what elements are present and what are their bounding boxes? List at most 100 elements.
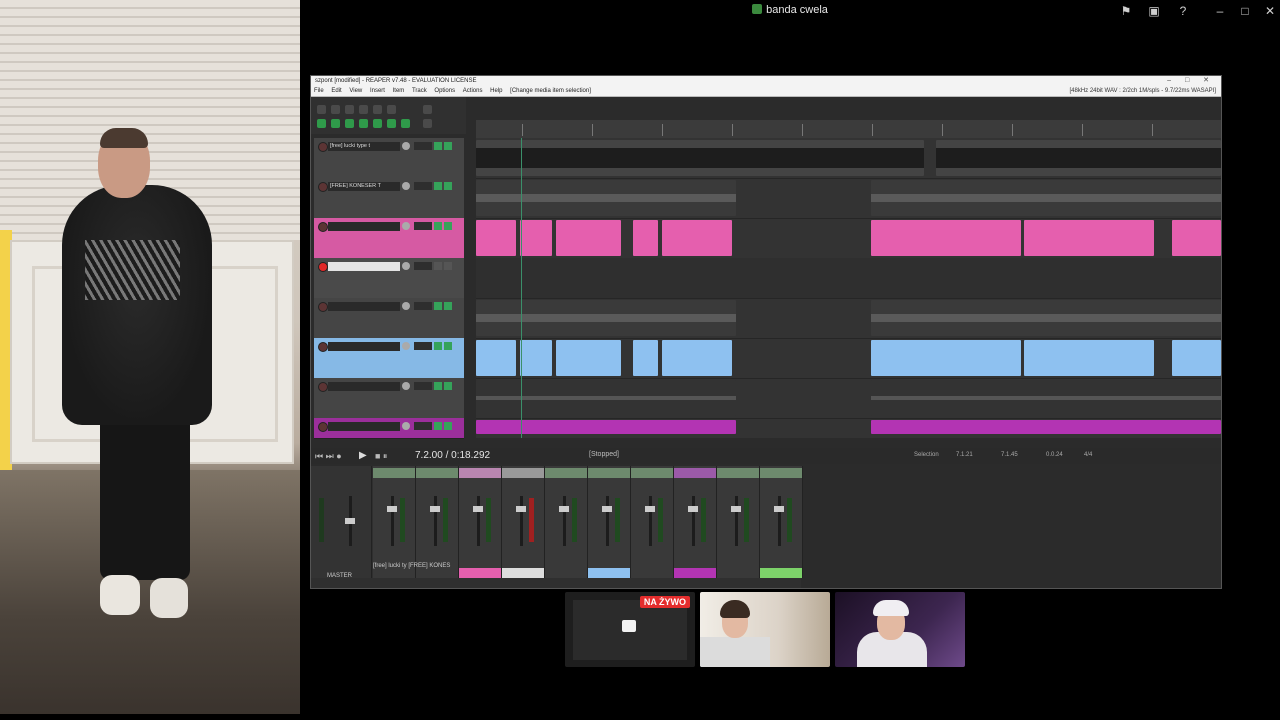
close-icon[interactable]: ✕	[1262, 3, 1278, 19]
media-item[interactable]	[633, 220, 658, 256]
menu-item[interactable]: Item	[393, 88, 405, 94]
participant-video-2[interactable]	[835, 592, 965, 667]
io-button[interactable]	[444, 302, 452, 310]
track-7[interactable]	[314, 378, 464, 419]
mute-solo-buttons[interactable]	[414, 382, 432, 390]
volume-knob[interactable]	[402, 262, 410, 270]
track-2[interactable]: [FREE] KONESER T	[314, 178, 464, 219]
reaper-window-controls[interactable]: – □ ✕	[1167, 76, 1215, 86]
screen-icon[interactable]: ▣	[1146, 3, 1162, 19]
track-name[interactable]	[328, 302, 400, 311]
minimize-icon[interactable]: –	[1212, 3, 1228, 19]
mute-solo-buttons[interactable]	[414, 302, 432, 310]
mixer-strip-3[interactable]	[459, 466, 502, 578]
open-icon[interactable]	[331, 105, 340, 114]
mixer-strip-6[interactable]	[588, 466, 631, 578]
fx-button[interactable]	[434, 222, 442, 230]
menu-insert[interactable]: Insert	[370, 88, 385, 94]
track-6[interactable]	[314, 338, 464, 379]
media-item[interactable]	[476, 180, 736, 216]
volume-knob[interactable]	[402, 182, 410, 190]
record-arm-button[interactable]	[318, 382, 328, 392]
track-4[interactable]	[314, 258, 464, 299]
media-item[interactable]	[476, 380, 736, 416]
media-item[interactable]	[871, 420, 1221, 434]
mixer-strip-2[interactable]	[416, 466, 459, 578]
transport-buttons[interactable]: ⏮ ⏭ ●	[315, 451, 342, 462]
fx-button[interactable]	[434, 382, 442, 390]
fx-button[interactable]	[434, 262, 442, 270]
mute-solo-buttons[interactable]	[414, 142, 432, 150]
timeline-ruler[interactable]	[476, 120, 1221, 139]
redo-icon[interactable]	[387, 105, 396, 114]
menu-view[interactable]: View	[349, 88, 362, 94]
media-item[interactable]	[476, 140, 924, 176]
fx-button[interactable]	[434, 302, 442, 310]
ripple-icon[interactable]	[345, 119, 354, 128]
save-icon[interactable]	[345, 105, 354, 114]
menu-edit[interactable]: Edit	[331, 88, 341, 94]
volume-knob[interactable]	[402, 302, 410, 310]
mixer-strip-9[interactable]	[717, 466, 760, 578]
media-item[interactable]	[871, 180, 1221, 216]
volume-knob[interactable]	[402, 222, 410, 230]
track-5[interactable]	[314, 298, 464, 339]
record-arm-button[interactable]	[318, 262, 328, 272]
mixer-strip-1[interactable]	[373, 466, 416, 578]
media-item[interactable]	[871, 380, 1221, 416]
group-icon[interactable]	[359, 119, 368, 128]
menu-actions[interactable]: Actions	[463, 88, 483, 94]
selection-end[interactable]: 7.1.45	[1001, 452, 1018, 458]
track-1[interactable]: [free] lucki type t	[314, 138, 464, 179]
track-name[interactable]	[328, 342, 400, 351]
play-button[interactable]: ▶	[359, 450, 367, 461]
menu-track[interactable]: Track	[412, 88, 427, 94]
track-name[interactable]: [FREE] KONESER T	[328, 182, 400, 191]
undo-icon[interactable]	[373, 105, 382, 114]
media-item[interactable]	[662, 340, 732, 376]
mixer-strip-8[interactable]	[674, 466, 717, 578]
participant-video-1[interactable]	[700, 592, 830, 667]
track-name[interactable]	[328, 262, 400, 271]
io-button[interactable]	[444, 142, 452, 150]
media-item[interactable]	[476, 420, 736, 434]
media-item[interactable]	[476, 340, 516, 376]
media-item[interactable]	[1172, 220, 1221, 256]
io-button[interactable]	[444, 342, 452, 350]
track-name[interactable]	[328, 422, 400, 431]
master-strip[interactable]	[311, 466, 372, 578]
menu-help[interactable]: Help	[490, 88, 502, 94]
media-item[interactable]	[936, 140, 1221, 176]
master-fader-cap[interactable]	[345, 518, 355, 524]
playhead[interactable]	[521, 138, 522, 438]
media-item[interactable]	[871, 300, 1221, 336]
volume-knob[interactable]	[402, 342, 410, 350]
menu-file[interactable]: File	[314, 88, 324, 94]
record-arm-button[interactable]	[318, 142, 328, 152]
mixer-strip-10[interactable]	[760, 466, 803, 578]
arrange-view[interactable]	[476, 138, 1221, 438]
screen-share-thumbnail[interactable]: NA ŻYWO	[565, 592, 695, 667]
media-item[interactable]	[520, 340, 552, 376]
mute-solo-buttons[interactable]	[414, 262, 432, 270]
envelope-icon[interactable]	[373, 119, 382, 128]
mute-solo-buttons[interactable]	[414, 222, 432, 230]
fx-button[interactable]	[434, 342, 442, 350]
media-item[interactable]	[871, 340, 1021, 376]
fx-button[interactable]	[434, 182, 442, 190]
record-arm-button[interactable]	[318, 342, 328, 352]
io-button[interactable]	[444, 382, 452, 390]
mixer-strip-4[interactable]	[502, 466, 545, 578]
loop-icon[interactable]	[387, 119, 396, 128]
io-button[interactable]	[444, 222, 452, 230]
media-item[interactable]	[476, 300, 736, 336]
grid-icon[interactable]	[317, 119, 326, 128]
io-button[interactable]	[444, 422, 452, 430]
media-item[interactable]	[1024, 220, 1154, 256]
selection-start[interactable]: 7.1.21	[956, 452, 973, 458]
maximize-icon[interactable]: □	[1237, 3, 1253, 19]
io-button[interactable]	[444, 182, 452, 190]
menu-options[interactable]: Options	[434, 88, 455, 94]
flag-icon[interactable]: ⚑	[1118, 3, 1134, 19]
mute-solo-buttons[interactable]	[414, 342, 432, 350]
